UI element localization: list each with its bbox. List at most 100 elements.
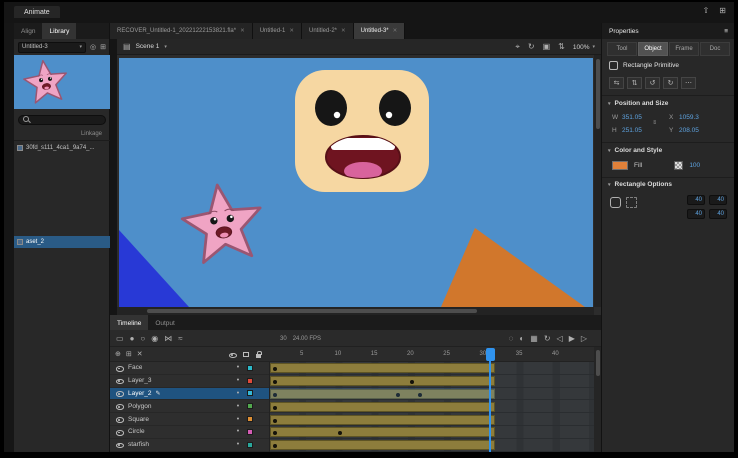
frame-span[interactable] [270, 402, 495, 412]
layer-row-Layer_3[interactable]: Layer_3• [110, 375, 269, 388]
document-tab-2[interactable]: Untitled-1✕ [253, 23, 302, 39]
layer-visibility-icon[interactable] [115, 441, 124, 449]
keyframe-dot[interactable] [273, 367, 277, 371]
step-forward-icon[interactable]: ▷ [581, 335, 587, 343]
section-color-style[interactable]: ▾ Color and Style [608, 147, 662, 154]
fps-value[interactable]: 24.00 FPS [293, 336, 321, 342]
close-tab-icon[interactable]: ✕ [341, 28, 346, 34]
layer-color-swatch[interactable] [247, 365, 253, 371]
layer-frames-Face[interactable] [270, 362, 594, 375]
fill-alpha-value[interactable]: 100 [689, 162, 700, 169]
layer-parenting-icon[interactable]: ⋈ [164, 335, 172, 343]
rotate-ccw-button[interactable]: ↺ [645, 77, 660, 89]
keyframe-dot[interactable] [273, 380, 277, 384]
layer-frames-Polygon[interactable] [270, 400, 594, 413]
layer-visibility-dot[interactable]: • [233, 364, 243, 371]
delete-layer-icon[interactable]: ✕ [137, 351, 143, 358]
layer-visibility-dot[interactable]: • [233, 416, 243, 423]
y-value[interactable]: 208.05 [679, 127, 712, 134]
onion-outlines-icon[interactable]: ◐ [519, 335, 524, 343]
document-tab-1[interactable]: RECOVER_Untitled-1_20221222153821.fla*✕ [110, 23, 253, 39]
step-back-icon[interactable]: ◁ [557, 335, 563, 343]
lock-all-layers-icon[interactable] [255, 351, 263, 359]
pin-library-icon[interactable]: ◎ [90, 44, 96, 51]
layer-color-swatch[interactable] [247, 416, 253, 422]
layer-visibility-icon[interactable] [115, 428, 124, 436]
layer-visibility-icon[interactable] [115, 377, 124, 385]
add-folder-icon[interactable]: ⊞ [126, 351, 132, 358]
layer-visibility-icon[interactable] [115, 415, 124, 423]
face-shape[interactable] [295, 70, 429, 192]
layer-visibility-dot[interactable]: • [233, 390, 243, 397]
layer-frames-Layer_3[interactable] [270, 375, 594, 388]
frame-span[interactable] [270, 427, 495, 437]
scene-breadcrumb[interactable]: Scene 1 [136, 43, 160, 50]
insert-blank-keyframe-icon[interactable]: ○ [140, 335, 145, 343]
more-options-button[interactable]: ⋯ [681, 77, 696, 89]
panel-tab-timeline[interactable]: Timeline [110, 315, 148, 331]
zoom-stepper-icon[interactable]: ⇅ [558, 43, 565, 51]
new-library-panel-icon[interactable]: ⊞ [100, 44, 106, 51]
panel-tab-align[interactable]: Align [14, 23, 42, 39]
layer-row-Face[interactable]: Face• [110, 362, 269, 375]
close-tab-icon[interactable]: ✕ [289, 28, 294, 34]
panel-tab-library[interactable]: Library [42, 23, 76, 39]
flip-horizontal-button[interactable]: ⇆ [609, 77, 624, 89]
add-layer-icon[interactable]: ⊕ [115, 351, 121, 358]
library-item[interactable]: aset_2 [14, 236, 110, 248]
keyframe-dot[interactable] [273, 444, 277, 448]
keyframe-dot[interactable] [273, 431, 277, 435]
play-icon[interactable]: ▶ [569, 335, 575, 343]
layer-visibility-dot[interactable]: • [233, 403, 243, 410]
graph-editor-icon[interactable]: ≈ [178, 335, 182, 343]
stage-canvas[interactable] [119, 58, 593, 307]
layer-frames-Square[interactable] [270, 413, 594, 426]
layer-visibility-dot[interactable]: • [233, 377, 243, 384]
keyframe-dot[interactable] [273, 406, 277, 410]
scrollbar-thumb[interactable] [596, 350, 600, 376]
current-frame-value[interactable]: 30 [280, 336, 287, 342]
frame-span[interactable] [270, 415, 495, 425]
layer-row-Circle[interactable]: Circle• [110, 426, 269, 439]
alpha-checker-icon[interactable] [674, 161, 683, 170]
fill-swatch[interactable] [612, 161, 628, 170]
chevron-down-icon[interactable]: ▾ [164, 44, 167, 50]
corner-radius-input-1[interactable]: 40 [687, 195, 705, 205]
layer-visibility-icon[interactable] [115, 364, 124, 372]
panel-tab-output[interactable]: Output [148, 315, 182, 331]
outline-all-layers-icon[interactable] [243, 352, 249, 358]
frame-span[interactable] [270, 363, 495, 373]
layer-color-swatch[interactable] [247, 442, 253, 448]
loop-icon[interactable]: ↻ [544, 335, 551, 343]
layer-row-starfish[interactable]: starfish• [110, 439, 269, 452]
height-value[interactable]: 251.05 [622, 127, 655, 134]
close-tab-icon[interactable]: ✕ [393, 28, 398, 34]
properties-tab-object[interactable]: Object [638, 42, 668, 56]
show-hide-all-layers-icon[interactable] [228, 351, 237, 359]
frame-span[interactable] [270, 440, 495, 450]
corner-radius-icon[interactable] [610, 197, 621, 208]
stage-horizontal-scrollbar[interactable] [117, 307, 594, 315]
corner-radius-input-2[interactable]: 40 [709, 195, 727, 205]
scrollbar-thumb[interactable] [596, 59, 600, 129]
edit-multiple-frames-icon[interactable]: ▦ [530, 335, 538, 343]
corner-radius-input-3[interactable]: 40 [687, 209, 705, 219]
scrollbar-thumb[interactable] [147, 309, 477, 313]
layer-frames-Circle[interactable] [270, 426, 594, 439]
onion-skin-icon[interactable]: ◌ [509, 335, 514, 343]
insert-keyframe-icon[interactable]: ● [130, 335, 135, 343]
edit-scene-icon[interactable]: ▤ [123, 43, 131, 51]
layer-visibility-dot[interactable]: • [233, 428, 243, 435]
app-tab-animate[interactable]: Animate [14, 6, 60, 18]
layer-frames-Layer_2[interactable] [270, 388, 594, 401]
frame-span[interactable] [270, 376, 495, 386]
layer-color-swatch[interactable] [247, 390, 253, 396]
library-search-input[interactable] [18, 115, 106, 125]
keyframe-dot[interactable] [410, 380, 414, 384]
layer-visibility-dot[interactable]: • [233, 441, 243, 448]
x-value[interactable]: 1059.3 [679, 114, 712, 121]
library-document-select[interactable]: Untitled-3 ▾ [18, 42, 86, 53]
layer-visibility-icon[interactable] [115, 389, 124, 397]
clip-content-icon[interactable]: ▣ [543, 43, 551, 51]
workspace-switcher-icon[interactable]: ⊞ [719, 7, 726, 15]
